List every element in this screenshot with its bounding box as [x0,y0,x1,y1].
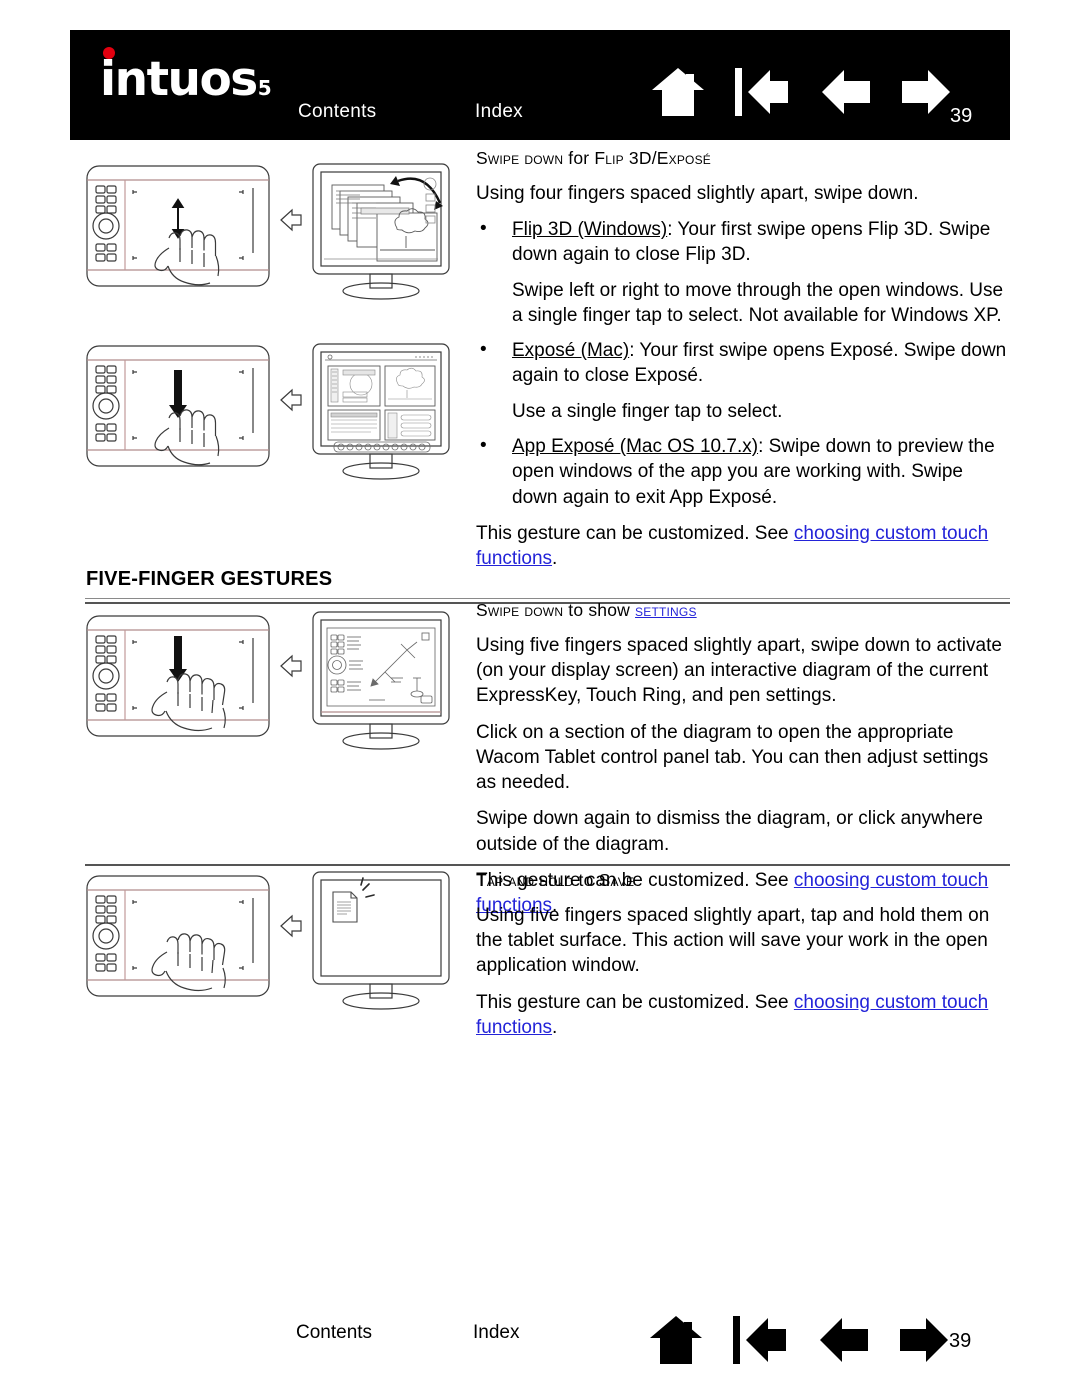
subhead-swipe-down-settings: Swipe down to show settings [476,600,1010,622]
divider [85,864,1010,866]
bullet-lead: Exposé (Mac) [512,340,630,362]
previous-page-icon[interactable] [820,66,872,123]
subhead-part-c: Save [598,870,635,890]
subhead-part-b: to [573,870,599,890]
subhead-part-b: for [563,148,595,168]
header-index-link[interactable]: Index [475,101,523,123]
subhead-part-b: to show [563,600,636,620]
logo-subscript: 5 [257,76,272,100]
intro-paragraph: Using four fingers spaced slightly apart… [476,182,919,204]
logo-red-dot [103,47,115,59]
bullet-lead: App Exposé (Mac OS 10.7.x) [512,436,759,457]
list-item: App Exposé (Mac OS 10.7.x): Swipe down t… [476,433,1010,510]
subhead-tap-and-hold-save: Tap and hold to Save [476,870,1010,892]
tap-hold-paragraph: Using five fingers spaced slightly apart… [476,904,990,977]
bullet-extra: Use a single finger tap to select. [512,400,783,422]
customize-suffix: . [552,548,558,570]
first-page-icon[interactable] [732,1314,790,1371]
logo-wordmark: intuos [100,47,258,103]
list-item: Exposé (Mac): Your first swipe opens Exp… [476,337,1010,424]
page-title: FIVE-FINGER GESTURES [86,568,333,590]
page-header: intuos 5 Contents Index 39 [70,30,1010,140]
customize-suffix: . [552,1016,558,1038]
settings-paragraph-1: Using five fingers spaced slightly apart… [476,634,1002,707]
subhead-part-a: Tap and hold [476,870,574,890]
subhead-part-a: Swipe down [476,600,564,620]
four-finger-swipe-down-expose-illustration [85,338,455,488]
first-page-icon[interactable] [734,66,792,123]
next-page-icon[interactable] [900,66,952,123]
gesture-bullet-list: Flip 3D (Windows): Your first swipe open… [476,216,1010,510]
bullet-extra: Swipe left or right to move through the … [512,279,1004,326]
five-finger-swipe-down-settings-illustration [85,608,455,763]
divider [85,598,1010,599]
page-footer: Contents Index 39 [0,1300,1080,1380]
five-finger-tap-hold-save-illustration [85,868,455,1018]
intuos-logo: intuos 5 [100,47,272,112]
footer-contents-link[interactable]: Contents [296,1322,372,1344]
subhead-part-a: Swipe down [476,148,564,168]
section-flip3d-expose-text: Swipe down for Flip 3D/Exposé Using four… [476,148,1010,582]
settings-paragraph-2: Click on a section of the diagram to ope… [476,721,989,794]
header-page-number: 39 [950,105,973,127]
subhead-swipe-down-flip3d: Swipe down for Flip 3D/Exposé [476,148,1010,170]
footer-index-link[interactable]: Index [473,1322,519,1344]
customize-note: This gesture can be customized. See choo… [476,990,1010,1041]
four-finger-swipe-down-flip3d-illustration [85,158,455,308]
home-icon[interactable] [650,66,706,123]
bullet-lead: Flip 3D (Windows) [512,219,668,241]
list-item: Flip 3D (Windows): Your first swipe open… [476,216,1010,328]
customize-prefix: This gesture can be customized. See [476,991,794,1013]
settings-paragraph-3: Swipe down again to dismiss the diagram,… [476,808,983,855]
previous-page-icon[interactable] [818,1314,870,1371]
header-nav-icons [650,66,952,123]
customize-prefix: This gesture can be customized. See [476,522,794,544]
logo-text: intuos [100,52,258,107]
settings-link[interactable]: settings [635,600,697,620]
next-page-icon[interactable] [898,1314,950,1371]
customize-note: This gesture can be customized. See choo… [476,521,1010,572]
section-tap-hold-save-text: Tap and hold to Save Using five fingers … [476,870,1010,1051]
subhead-part-c: Flip 3D/Exposé [594,148,711,168]
header-contents-link[interactable]: Contents [298,101,376,123]
footer-page-number: 39 [949,1330,972,1352]
footer-nav-icons [648,1314,950,1371]
home-icon[interactable] [648,1314,704,1371]
